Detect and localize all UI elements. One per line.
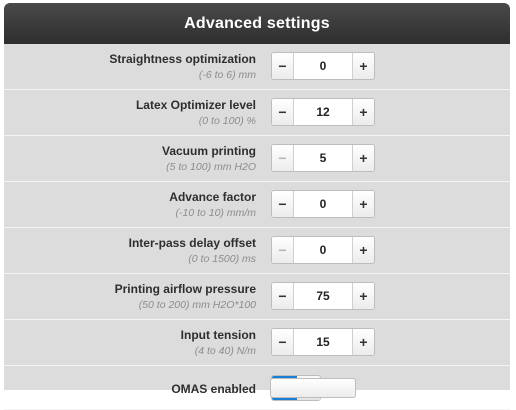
setting-name: Advance factor	[169, 190, 256, 204]
setting-row-inter-pass-delay: Inter-pass delay offset (0 to 1500) ms −…	[4, 228, 510, 274]
latex-optimizer-stepper: − 12 +	[271, 98, 375, 126]
stepper-value[interactable]: 0	[294, 53, 352, 79]
increment-button[interactable]: +	[352, 99, 374, 125]
setting-label: Advance factor (-10 to 10) mm/m	[169, 190, 256, 219]
setting-name: Input tension	[180, 328, 256, 342]
stepper-value[interactable]: 0	[294, 237, 352, 263]
advance-factor-stepper: − 0 +	[271, 190, 375, 218]
title-bar: Advanced settings	[4, 3, 510, 44]
decrement-button[interactable]: −	[272, 237, 294, 263]
settings-panel: Straightness optimization (-6 to 6) mm −…	[4, 44, 510, 410]
partial-row-control[interactable]	[270, 378, 356, 398]
vacuum-printing-stepper: − 5 +	[271, 144, 375, 172]
decrement-button[interactable]: −	[272, 53, 294, 79]
setting-name: Inter-pass delay offset	[128, 236, 256, 250]
input-tension-stepper: − 15 +	[271, 328, 375, 356]
setting-name: Printing airflow pressure	[114, 282, 256, 296]
decrement-button[interactable]: −	[272, 191, 294, 217]
inter-pass-delay-stepper: − 0 +	[271, 236, 375, 264]
airflow-pressure-stepper: − 75 +	[271, 282, 375, 310]
setting-range: (-6 to 6) mm	[198, 69, 256, 81]
setting-row-vacuum-printing: Vacuum printing (5 to 100) mm H2O − 5 +	[4, 136, 510, 182]
setting-row-straightness: Straightness optimization (-6 to 6) mm −…	[4, 44, 510, 90]
increment-button[interactable]: +	[352, 237, 374, 263]
stepper-value[interactable]: 12	[294, 99, 352, 125]
setting-label: Inter-pass delay offset (0 to 1500) ms	[129, 236, 256, 265]
setting-row-latex-optimizer: Latex Optimizer level (0 to 100) % − 12 …	[4, 90, 510, 136]
setting-label: Straightness optimization (-6 to 6) mm	[109, 52, 256, 81]
setting-range: (50 to 200) mm H2O*100	[138, 299, 256, 311]
decrement-button[interactable]: −	[272, 99, 294, 125]
setting-row-input-tension: Input tension (4 to 40) N/m − 15 +	[4, 320, 510, 366]
setting-range: (4 to 40) N/m	[194, 345, 256, 357]
setting-range: (5 to 100) mm H2O	[166, 161, 256, 173]
setting-name: Latex Optimizer level	[135, 98, 256, 112]
stepper-value[interactable]: 0	[294, 191, 352, 217]
decrement-button[interactable]: −	[272, 145, 294, 171]
increment-button[interactable]: +	[352, 191, 374, 217]
setting-row-airflow-pressure: Printing airflow pressure (50 to 200) mm…	[4, 274, 510, 320]
increment-button[interactable]: +	[352, 329, 374, 355]
setting-range: (0 to 1500) ms	[188, 253, 256, 265]
stepper-value[interactable]: 75	[294, 283, 352, 309]
setting-label: Input tension (4 to 40) N/m	[181, 328, 256, 357]
setting-name: Straightness optimization	[109, 52, 256, 66]
decrement-button[interactable]: −	[272, 329, 294, 355]
setting-row-omas: OMAS enabled	[4, 366, 510, 410]
setting-label: Vacuum printing (5 to 100) mm H2O	[162, 144, 256, 173]
straightness-stepper: − 0 +	[271, 52, 375, 80]
setting-label: Printing airflow pressure (50 to 200) mm…	[115, 282, 256, 311]
increment-button[interactable]: +	[352, 53, 374, 79]
omas-label: OMAS enabled	[171, 382, 256, 396]
setting-range: (0 to 100) %	[198, 115, 256, 127]
setting-row-advance-factor: Advance factor (-10 to 10) mm/m − 0 +	[4, 182, 510, 228]
window-title: Advanced settings	[184, 14, 330, 32]
increment-button[interactable]: +	[352, 145, 374, 171]
setting-label: Latex Optimizer level (0 to 100) %	[136, 98, 256, 127]
increment-button[interactable]: +	[352, 283, 374, 309]
decrement-button[interactable]: −	[272, 283, 294, 309]
setting-range: (-10 to 10) mm/m	[175, 207, 256, 219]
advanced-settings-window: Advanced settings Straightness optimizat…	[0, 0, 516, 410]
setting-name: Vacuum printing	[161, 144, 256, 158]
stepper-value[interactable]: 15	[294, 329, 352, 355]
stepper-value[interactable]: 5	[294, 145, 352, 171]
